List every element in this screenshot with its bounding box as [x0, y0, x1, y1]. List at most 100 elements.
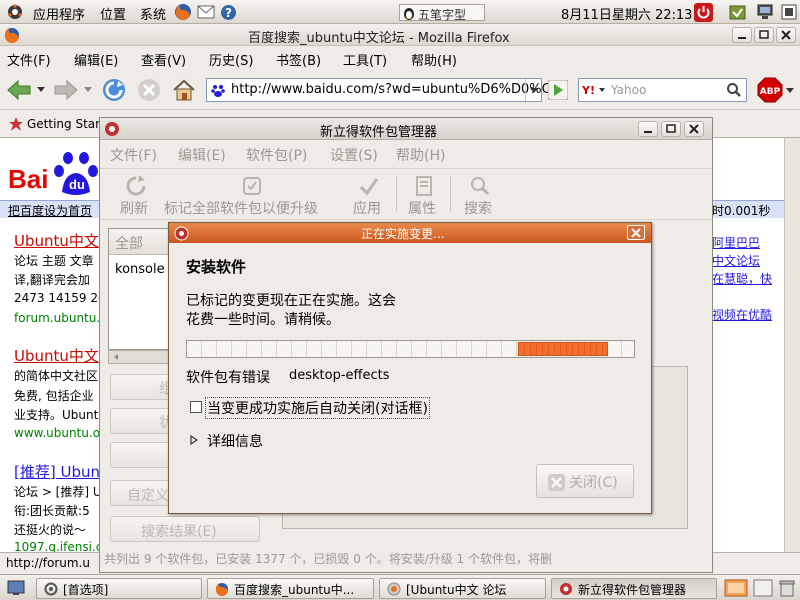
taskbar-item-synaptic[interactable]: 新立得软件包管理器 [551, 578, 717, 599]
home-icon[interactable] [170, 76, 198, 104]
close-button-icon [547, 473, 565, 491]
back-arrow-icon[interactable] [5, 77, 33, 103]
synaptic-menu-file[interactable]: 文件(F) [110, 145, 157, 165]
update-notifier-icon[interactable] [727, 2, 747, 22]
menu-history[interactable]: 历史(S) [209, 50, 253, 69]
toolbar-mark-all-upgrades-button[interactable]: 标记全部软件包以便升级 [164, 198, 318, 218]
search-magnifier-icon[interactable] [723, 80, 745, 100]
menu-tools[interactable]: 工具(T) [343, 50, 387, 69]
dialog-window-icon [173, 225, 189, 241]
clock[interactable]: 8月11日星期六 22:13 [561, 4, 692, 23]
synaptic-menu-package[interactable]: 软件包(P) [246, 145, 307, 165]
menu-bookmarks[interactable]: 书签(B) [276, 50, 321, 69]
menu-help[interactable]: 帮助(H) [411, 50, 457, 69]
result-1-url[interactable]: forum.ubuntu.c [14, 311, 107, 325]
scroll-left-icon[interactable] [110, 352, 122, 362]
help-launcher-icon[interactable]: ? [219, 3, 237, 21]
toolbar-properties-button[interactable]: 属性 [408, 198, 436, 218]
result-2-url[interactable]: www.ubuntu.o [14, 426, 100, 440]
toolbar-reload-button[interactable]: 刷新 [120, 198, 148, 218]
firefox-titlebar[interactable]: 百度搜索_ubuntu中文论坛 - Mozilla Firefox [0, 24, 800, 46]
filter-search-results-button[interactable]: 搜索结果(E) [110, 516, 260, 542]
details-expander[interactable]: 详细信息 [207, 431, 263, 451]
auto-close-label[interactable]: 当变更成功实施后自动关闭(对话框) [205, 397, 430, 419]
input-method-indicator[interactable]: 五笔字型 [399, 4, 485, 22]
dialog-description-line1: 已标记的变更现在正在实施。这会 [186, 293, 396, 309]
search-toolbar-icon [468, 174, 492, 198]
adblock-icon[interactable]: ABP [756, 77, 784, 103]
synaptic-minimize-button[interactable] [638, 121, 658, 137]
bookmark-getting-started[interactable]: Getting Star [27, 117, 100, 131]
forward-arrow-icon[interactable] [52, 77, 80, 103]
right-link-4[interactable]: 视频在优酷 [712, 306, 772, 323]
network-icon[interactable] [756, 3, 774, 21]
taskbar-item-preferences[interactable]: [首选项] [36, 578, 202, 599]
toolbar-search-button[interactable]: 搜索 [464, 198, 492, 218]
firefox-launcher-icon[interactable] [173, 2, 193, 22]
taskbar-item-firefox[interactable]: 百度搜索_ubuntu中... [207, 578, 374, 599]
ubuntu-logo-icon[interactable] [6, 4, 24, 20]
result-2-line3: 业支持。Ubunt [14, 408, 99, 422]
search-placeholder: Yahoo [611, 83, 647, 97]
close-dialog-button[interactable]: 关闭(C) [536, 464, 634, 498]
page-scrollbar[interactable] [784, 138, 800, 552]
menu-view[interactable]: 查看(V) [141, 50, 186, 69]
adblock-dropdown-icon[interactable] [784, 84, 796, 96]
synaptic-menu-settings[interactable]: 设置(S) [330, 145, 378, 165]
search-box[interactable]: Y! Yahoo [578, 78, 747, 102]
forward-dropdown-icon[interactable] [82, 82, 94, 96]
dialog-close-button[interactable] [627, 225, 645, 240]
go-arrow-icon[interactable] [547, 79, 569, 101]
url-dropdown-button[interactable] [525, 79, 542, 101]
minimize-button[interactable] [732, 27, 752, 43]
expander-arrow-icon[interactable] [189, 434, 199, 446]
right-link-3[interactable]: 在慧聪，快 [712, 270, 772, 287]
show-desktop-icon[interactable] [6, 579, 26, 597]
workspace-2-icon[interactable] [752, 578, 774, 598]
synaptic-maximize-button[interactable] [661, 121, 681, 137]
dialog-title: 正在实施变更... [361, 227, 445, 241]
auto-close-checkbox[interactable] [190, 401, 202, 413]
taskbar-item-ubuntu-forum[interactable]: [Ubuntu中文 论坛 [379, 578, 546, 599]
result-2-title[interactable]: Ubuntu中文 [14, 345, 99, 366]
dialog-description-line2: 花费一些时间。请稍候。 [186, 312, 340, 328]
mail-launcher-icon[interactable] [196, 3, 216, 21]
maximize-button[interactable] [754, 27, 774, 43]
result-3-url[interactable]: 1097.q.ifensi.c [14, 540, 102, 552]
set-homepage-link[interactable]: 把百度设为首页 [8, 202, 92, 219]
reload-icon[interactable] [100, 76, 128, 104]
menu-applications[interactable]: 应用程序 [33, 4, 85, 23]
url-text: http://www.baidu.com/s?wd=ubuntu%D6%D0%C… [231, 82, 559, 97]
dialog-titlebar[interactable]: 正在实施变更... [169, 223, 651, 243]
synaptic-menu-help[interactable]: 帮助(H) [396, 145, 445, 165]
right-link-1[interactable]: 阿里巴巴 [712, 234, 760, 251]
yahoo-engine-icon[interactable]: Y! [581, 81, 609, 99]
result-3-title[interactable]: [推荐] Ubun [14, 461, 100, 482]
menu-system[interactable]: 系统 [140, 4, 166, 23]
toolbar-apply-button[interactable]: 应用 [353, 198, 381, 218]
menu-edit[interactable]: 编辑(E) [74, 50, 118, 69]
progress-bar [186, 340, 635, 358]
right-link-2[interactable]: 中文论坛 [712, 252, 760, 269]
category-item-konsole[interactable]: konsole [115, 262, 165, 277]
workspace-switcher-icon[interactable] [723, 578, 749, 598]
power-icon[interactable] [693, 2, 713, 22]
back-dropdown-icon[interactable] [35, 82, 47, 96]
search-time: 时0.001秒 [712, 204, 771, 218]
url-bar[interactable]: http://www.baidu.com/s?wd=ubuntu%D6%D0%C… [206, 78, 559, 102]
trash-icon[interactable] [776, 578, 798, 598]
close-window-button[interactable] [776, 27, 796, 43]
synaptic-titlebar[interactable]: 新立得软件包管理器 [100, 118, 712, 140]
error-label: 软件包有错误 [186, 370, 270, 386]
menu-places[interactable]: 位置 [100, 4, 126, 23]
synaptic-close-button[interactable] [684, 121, 704, 137]
menu-file[interactable]: 文件(F) [7, 50, 51, 69]
stop-icon[interactable] [135, 76, 163, 104]
result-1-title[interactable]: Ubuntu中文 [14, 230, 99, 251]
error-package: desktop-effects [289, 368, 390, 383]
toolbar-separator-2 [450, 176, 451, 212]
synaptic-menu-edit[interactable]: 编辑(E) [178, 145, 226, 165]
volume-icon[interactable] [780, 3, 798, 21]
progress-activity-block [518, 342, 608, 356]
baidu-logo[interactable]: Bai du [8, 146, 98, 202]
